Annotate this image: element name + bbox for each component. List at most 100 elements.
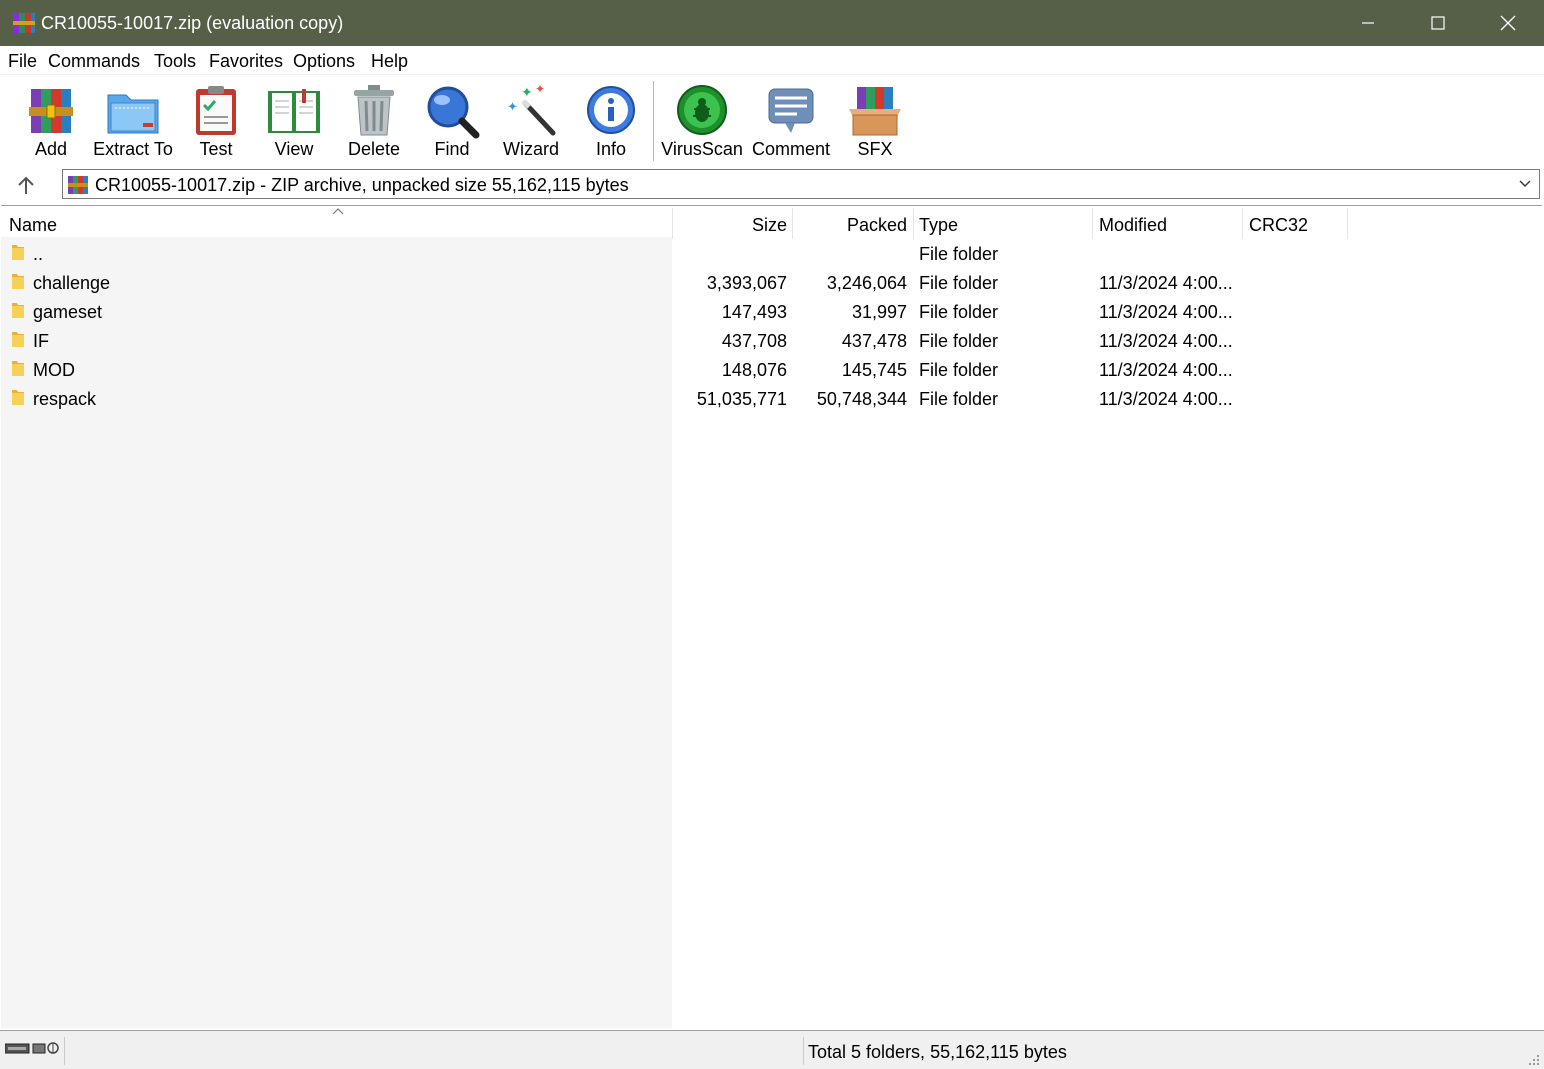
folder-extract-icon	[107, 94, 159, 134]
archive-books-icon	[29, 89, 73, 133]
row-name: MOD	[33, 360, 75, 380]
table-row[interactable]: challenge 3,393,067 3,246,064 File folder 11…	[1, 268, 1542, 297]
virusscan-label: VirusScan	[661, 139, 743, 159]
self-extract-box-icon	[849, 87, 901, 136]
address-text: CR10055-10017.zip - ZIP archive, unpacke…	[95, 175, 629, 195]
folder-icon	[12, 390, 24, 405]
trash-can-icon	[354, 85, 394, 136]
menu-commands[interactable]: Commands	[48, 50, 140, 72]
speech-bubble-icon	[768, 88, 814, 133]
wizard-button[interactable]: ✦ ✦ ✦ Wizard	[496, 75, 566, 167]
column-header-size[interactable]: Size	[677, 214, 787, 236]
table-row[interactable]: IF 437,708 437,478 File folder 11/3/2024 4:0…	[1, 326, 1542, 355]
up-folder-button[interactable]	[10, 172, 42, 200]
list-header: Name Size Packed Type Modified CRC32	[1, 206, 1542, 239]
menu-file[interactable]: File	[8, 50, 37, 72]
row-type: File folder	[919, 244, 999, 264]
toolbar-separator	[653, 81, 654, 161]
title-bar[interactable]: CR10055-10017.zip (evaluation copy)	[0, 0, 1544, 46]
magnifier-icon	[427, 86, 480, 139]
row-modified: 11/3/2024 4:00...	[1099, 273, 1233, 293]
add-label: Add	[34, 139, 68, 159]
row-packed: 50,748,344	[816, 389, 907, 409]
resize-grip-icon[interactable]	[1528, 1054, 1540, 1066]
header-divider	[913, 208, 914, 239]
menu-favorites[interactable]: Favorites	[209, 50, 283, 72]
row-packed: 31,997	[851, 302, 907, 322]
info-label: Info	[595, 139, 627, 159]
column-header-type[interactable]: Type	[919, 214, 958, 236]
test-label: Test	[199, 139, 233, 159]
virusscan-button[interactable]: VirusScan	[660, 75, 744, 167]
test-button[interactable]: Test	[182, 75, 250, 167]
header-divider	[1092, 208, 1093, 239]
wizard-label: Wizard	[502, 139, 559, 159]
sort-ascending-icon	[332, 208, 344, 215]
menu-tools[interactable]: Tools	[154, 50, 196, 72]
row-packed: 3,246,064	[826, 273, 907, 293]
row-name: challenge	[33, 273, 111, 293]
info-button[interactable]: Info	[576, 75, 646, 167]
row-modified: 11/3/2024 4:00...	[1099, 331, 1233, 351]
close-button[interactable]	[1473, 0, 1543, 46]
table-row[interactable]: gameset 147,493 31,997 File folder 11/3/2024…	[1, 297, 1542, 326]
row-modified: 11/3/2024 4:00...	[1099, 389, 1233, 409]
row-type: File folder	[919, 360, 999, 380]
row-name: ..	[33, 244, 44, 264]
header-divider	[1242, 208, 1243, 239]
file-list[interactable]: Name Size Packed Type Modified CRC32 .. F…	[1, 205, 1542, 1030]
row-type: File folder	[919, 389, 999, 409]
delete-label: Delete	[347, 139, 401, 159]
maximize-button[interactable]	[1403, 0, 1473, 46]
header-divider	[672, 208, 673, 239]
row-type: File folder	[919, 331, 999, 351]
delete-button[interactable]: Delete	[340, 75, 408, 167]
column-header-crc32[interactable]: CRC32	[1249, 214, 1308, 236]
close-icon	[1500, 15, 1516, 31]
svg-text:✦: ✦	[535, 83, 545, 96]
row-size: 147,493	[721, 302, 787, 322]
svg-text:✦: ✦	[521, 85, 533, 101]
folder-icon	[12, 332, 24, 347]
table-row[interactable]: respack 51,035,771 50,748,344 File folder 11…	[1, 384, 1542, 413]
info-icon	[587, 86, 635, 134]
address-combobox[interactable]: CR10055-10017.zip - ZIP archive, unpacke…	[62, 169, 1540, 199]
sfx-button[interactable]: SFX	[840, 75, 910, 167]
open-book-icon	[268, 89, 320, 133]
row-packed: 437,478	[841, 331, 907, 351]
menu-help[interactable]: Help	[371, 50, 408, 72]
add-button[interactable]: Add	[16, 75, 86, 167]
status-text: Total 5 folders, 55,162,115 bytes	[808, 1042, 1067, 1062]
view-button[interactable]: View	[260, 75, 328, 167]
column-header-name[interactable]: Name	[9, 214, 57, 236]
header-divider	[1347, 208, 1348, 239]
find-label: Find	[434, 139, 470, 159]
row-name: gameset	[33, 302, 103, 322]
extract-to-button[interactable]: Extract To	[92, 75, 174, 167]
row-packed: 145,745	[841, 360, 907, 380]
comment-button[interactable]: Comment	[750, 75, 832, 167]
table-row[interactable]: .. File folder	[1, 239, 1542, 268]
chevron-down-icon[interactable]	[1517, 176, 1533, 192]
row-size: 148,076	[721, 360, 787, 380]
menu-options[interactable]: Options	[293, 50, 355, 72]
column-header-modified[interactable]: Modified	[1099, 214, 1167, 236]
sfx-label: SFX	[857, 139, 893, 159]
zip-archive-icon	[68, 176, 88, 194]
minimize-button[interactable]	[1333, 0, 1403, 46]
toolbar: Add Extract To Test View Delete Find ✦ ✦…	[0, 74, 1544, 167]
table-row[interactable]: MOD 148,076 145,745 File folder 11/3/2024 4:…	[1, 355, 1542, 384]
comment-label: Comment	[751, 139, 831, 159]
folder-icon	[12, 274, 24, 289]
column-header-packed[interactable]: Packed	[797, 214, 907, 236]
find-button[interactable]: Find	[418, 75, 486, 167]
row-modified: 11/3/2024 4:00...	[1099, 360, 1233, 380]
winrar-app-icon[interactable]	[12, 11, 36, 35]
row-size: 51,035,771	[696, 389, 787, 409]
address-row: CR10055-10017.zip - ZIP archive, unpacke…	[0, 166, 1544, 204]
arrow-up-icon	[18, 176, 34, 194]
status-bar: Total 5 folders, 55,162,115 bytes	[0, 1030, 1544, 1069]
minimize-icon	[1362, 22, 1374, 24]
svg-text:✦: ✦	[507, 100, 518, 115]
row-size: 3,393,067	[706, 273, 787, 293]
